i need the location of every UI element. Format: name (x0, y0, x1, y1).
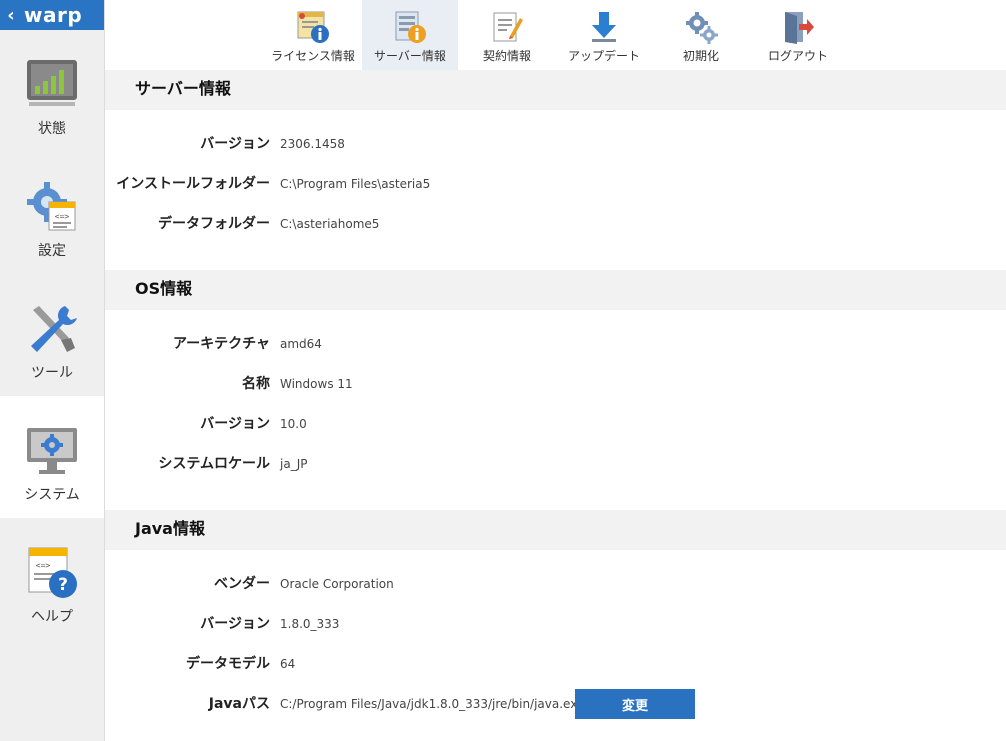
row-label: Javaパス (208, 696, 270, 712)
section-title: OS情報 (135, 279, 193, 298)
row-label: バージョン (200, 136, 270, 152)
info-row-java-version: バージョン 1.8.0_333 (105, 612, 1006, 636)
app-window: ‹ warp 状態 <=> 設定 ツール システム <=> ? ヘルプ ライセン… (0, 0, 1006, 741)
tab-contract-info[interactable]: 契約情報 (459, 0, 555, 70)
tab-logout[interactable]: ログアウト (750, 0, 846, 70)
svg-text:?: ? (58, 575, 68, 595)
tab-update[interactable]: アップデート (556, 0, 652, 70)
section-header-os: OS情報 (105, 270, 1006, 310)
info-row-java-vendor: ベンダー Oracle Corporation (105, 572, 1006, 596)
row-value: 2306.1458 (280, 137, 345, 151)
info-row-os-version: バージョン 10.0 (105, 412, 1006, 436)
sidebar-item-label: 状態 (38, 121, 66, 137)
row-label: インストールフォルダー (116, 176, 270, 192)
row-value: C:\asteriahome5 (280, 217, 380, 231)
row-value: 1.8.0_333 (280, 617, 340, 631)
row-value: ja_JP (280, 457, 308, 471)
row-label: バージョン (200, 616, 270, 632)
system-monitor-icon (27, 428, 77, 474)
tab-server-info[interactable]: サーバー情報 (362, 0, 458, 70)
row-label: バージョン (200, 416, 270, 432)
tab-license-info[interactable]: ライセンス情報 (265, 0, 361, 70)
tab-label: サーバー情報 (374, 49, 446, 63)
download-icon (592, 12, 616, 42)
help-icon: <=> ? (28, 547, 77, 598)
row-label: データモデル (186, 656, 270, 672)
row-value: Oracle Corporation (280, 577, 394, 591)
change-java-path-button[interactable]: 変更 (575, 689, 695, 719)
svg-text:<=>: <=> (55, 212, 70, 221)
sidebar-item-tools[interactable]: ツール (0, 274, 104, 396)
row-value: 10.0 (280, 417, 307, 431)
sidebar-item-label: 設定 (38, 243, 66, 259)
license-info-icon (297, 11, 329, 43)
tab-label: アップデート (567, 49, 640, 63)
sidebar-item-label: ツール (31, 365, 73, 381)
contract-icon (493, 12, 523, 42)
row-label: データフォルダー (158, 216, 270, 232)
main-content: サーバー情報 バージョン 2306.1458 インストールフォルダー C:\Pr… (105, 70, 1006, 741)
brand-back-link[interactable]: ‹ warp (0, 0, 104, 30)
section-header-java: Java情報 (105, 510, 1006, 550)
section-header-server: サーバー情報 (105, 70, 1006, 110)
sidebar-item-settings[interactable]: <=> 設定 (0, 152, 104, 274)
tools-icon (31, 306, 77, 352)
section-title: Java情報 (135, 519, 205, 538)
tab-label: ライセンス情報 (271, 49, 355, 63)
info-row-server-version: バージョン 2306.1458 (105, 132, 1006, 156)
server-info-icon (395, 11, 426, 43)
brand-name: warp (24, 3, 83, 27)
row-value: C:\Program Files\asteria5 (280, 177, 431, 191)
row-value: C:/Program Files/Java/jdk1.8.0_333/jre/b… (280, 697, 585, 711)
info-row-architecture: アーキテクチャ amd64 (105, 332, 1006, 356)
info-row-system-locale: システムロケール ja_JP (105, 452, 1006, 476)
row-label: アーキテクチャ (172, 336, 270, 352)
info-row-os-name: 名称 Windows 11 (105, 372, 1006, 396)
status-chart-icon (27, 60, 77, 106)
row-label: 名称 (242, 376, 270, 392)
row-value: Windows 11 (280, 377, 353, 391)
section-title: サーバー情報 (135, 79, 231, 98)
info-row-data-folder: データフォルダー C:\asteriahome5 (105, 212, 1006, 236)
tab-label: 初期化 (682, 49, 719, 63)
row-label: ベンダー (214, 576, 270, 592)
sidebar-item-help[interactable]: <=> ? ヘルプ (0, 518, 104, 640)
tab-label: 契約情報 (482, 49, 531, 63)
sidebar: ‹ warp 状態 <=> 設定 ツール システム <=> ? ヘルプ (0, 0, 105, 741)
row-value: amd64 (280, 337, 322, 351)
tab-label: ログアウト (767, 49, 828, 63)
row-value: 64 (280, 657, 296, 671)
svg-text:<=>: <=> (36, 561, 51, 570)
tab-initialize[interactable]: 初期化 (653, 0, 749, 70)
top-toolbar: ライセンス情報 サーバー情報 契約情報 アップデート 初期化 ログアウト (105, 0, 1006, 70)
sidebar-item-label: システム (24, 487, 80, 503)
info-row-java-path: Javaパス C:/Program Files/Java/jdk1.8.0_33… (105, 689, 1006, 719)
logout-icon (785, 12, 814, 44)
info-row-install-folder: インストールフォルダー C:\Program Files\asteria5 (105, 172, 1006, 196)
sidebar-item-system[interactable]: システム (0, 396, 104, 518)
sidebar-item-status[interactable]: 状態 (0, 30, 104, 152)
settings-gear-icon: <=> (27, 182, 76, 231)
sidebar-item-label: ヘルプ (31, 609, 73, 625)
row-label: システムロケール (158, 456, 270, 472)
chevron-left-icon[interactable]: ‹ (2, 5, 20, 26)
info-row-java-data-model: データモデル 64 (105, 652, 1006, 676)
gears-icon (686, 12, 718, 44)
